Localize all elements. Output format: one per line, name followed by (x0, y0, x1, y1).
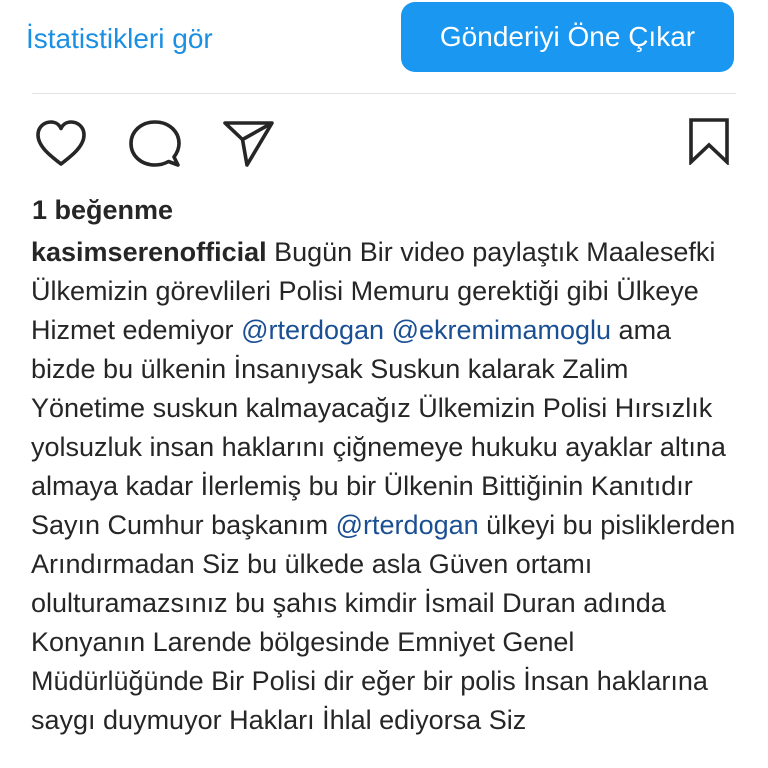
mention-link[interactable]: @ekremimamoglu (392, 315, 611, 345)
likes-count[interactable]: 1 beğenme (32, 192, 173, 228)
bookmark-icon[interactable] (688, 117, 730, 165)
post-caption: kasimserenofficial Bugün Bir video payla… (31, 233, 743, 740)
paper-plane-icon[interactable] (222, 119, 276, 169)
caption-text (384, 315, 392, 345)
view-insights-link[interactable]: İstatistikleri gör (26, 22, 213, 56)
mention-link[interactable]: @rterdogan (336, 510, 479, 540)
caption-text: ama bizde bu ülkenin İnsanıysak Suskun k… (31, 315, 726, 540)
comment-icon[interactable] (128, 119, 182, 169)
post-top-bar: İstatistikleri gör Gönderiyi Öne Çıkar (0, 0, 768, 94)
heart-icon[interactable] (34, 119, 88, 169)
divider (32, 93, 736, 94)
boost-post-button[interactable]: Gönderiyi Öne Çıkar (401, 2, 734, 72)
mention-link[interactable]: @rterdogan (241, 315, 384, 345)
caption-text: ülkeyi bu pisliklerden Arındırmadan Siz … (31, 510, 736, 735)
caption-username[interactable]: kasimserenofficial (31, 237, 267, 267)
